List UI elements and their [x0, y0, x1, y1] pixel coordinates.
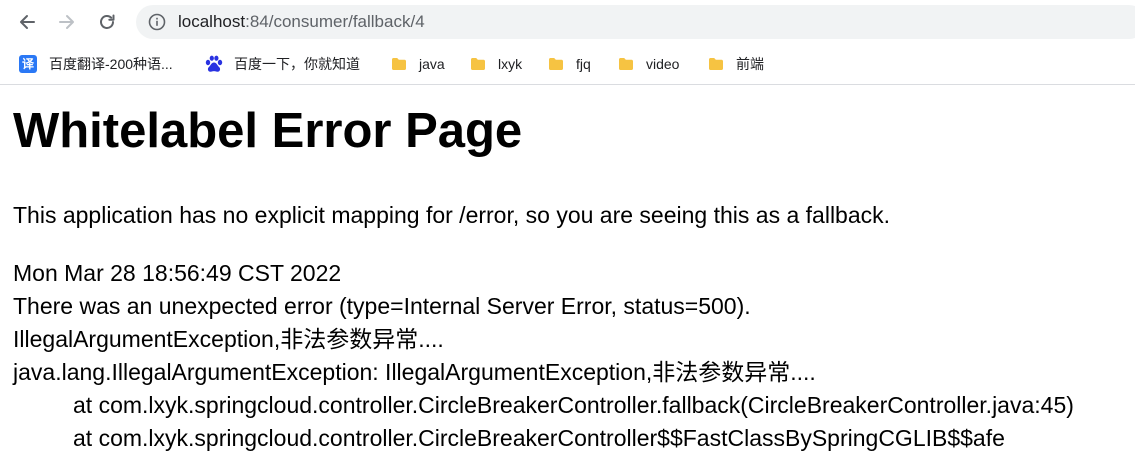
- site-info-icon[interactable]: [148, 13, 166, 31]
- bookmark-folder-java[interactable]: java: [391, 53, 445, 75]
- forward-arrow-icon: [59, 15, 74, 29]
- folder-icon: [471, 58, 485, 70]
- error-status-line: There was an unexpected error (type=Inte…: [13, 293, 751, 319]
- bookmark-label: 前端: [736, 56, 764, 72]
- browser-toolbar: localhost:84/consumer/fallback/4: [0, 0, 1135, 44]
- error-timestamp: Mon Mar 28 18:56:49 CST 2022: [13, 260, 342, 286]
- folder-icon: [619, 58, 633, 70]
- folder-icon: [709, 58, 723, 70]
- reload-icon: [100, 14, 115, 29]
- forward-button[interactable]: [52, 7, 82, 37]
- address-bar[interactable]: localhost:84/consumer/fallback/4: [136, 5, 1135, 39]
- bookmark-label: java: [419, 56, 445, 72]
- back-button[interactable]: [12, 7, 42, 37]
- back-arrow-icon: [20, 15, 35, 29]
- address-url[interactable]: localhost:84/consumer/fallback/4: [178, 12, 425, 32]
- bookmark-label: video: [646, 56, 680, 72]
- bookmark-folder-qianduan[interactable]: 前端: [708, 53, 764, 75]
- error-description: This application has no explicit mapping…: [13, 202, 891, 228]
- bookmark-label: 百度一下，你就知道: [234, 56, 360, 72]
- translate-icon: 译: [19, 55, 37, 73]
- baidu-paw-icon: [205, 55, 223, 72]
- bookmark-baidu[interactable]: 百度一下，你就知道: [204, 53, 360, 75]
- folder-icon: [392, 58, 406, 70]
- reload-button[interactable]: [92, 7, 122, 37]
- page-title: Whitelabel Error Page: [13, 104, 523, 158]
- stack-trace-line: at com.lxyk.springcloud.controller.Circl…: [73, 392, 1074, 418]
- url-path: :84/consumer/fallback/4: [245, 12, 425, 31]
- bookmarks-bar: 译 百度翻译-200种语... 百度一下，你就知道 java lxyk fjq: [0, 44, 1135, 85]
- bookmark-label: lxyk: [498, 56, 523, 72]
- bookmark-label: 百度翻译-200种语...: [49, 56, 173, 72]
- exception-line: java.lang.IllegalArgumentException: Ille…: [13, 359, 816, 385]
- bookmark-folder-fjq[interactable]: fjq: [548, 53, 591, 75]
- bookmark-folder-lxyk[interactable]: lxyk: [470, 53, 522, 75]
- bookmark-baidu-fanyi[interactable]: 译 百度翻译-200种语...: [19, 53, 173, 75]
- bookmark-folder-video[interactable]: video: [618, 53, 679, 75]
- folder-icon: [549, 58, 563, 70]
- stack-trace-line: at com.lxyk.springcloud.controller.Circl…: [73, 425, 1005, 451]
- url-host: localhost: [178, 12, 246, 31]
- error-message: IllegalArgumentException,非法参数异常....: [13, 326, 444, 352]
- bookmark-label: fjq: [576, 56, 591, 72]
